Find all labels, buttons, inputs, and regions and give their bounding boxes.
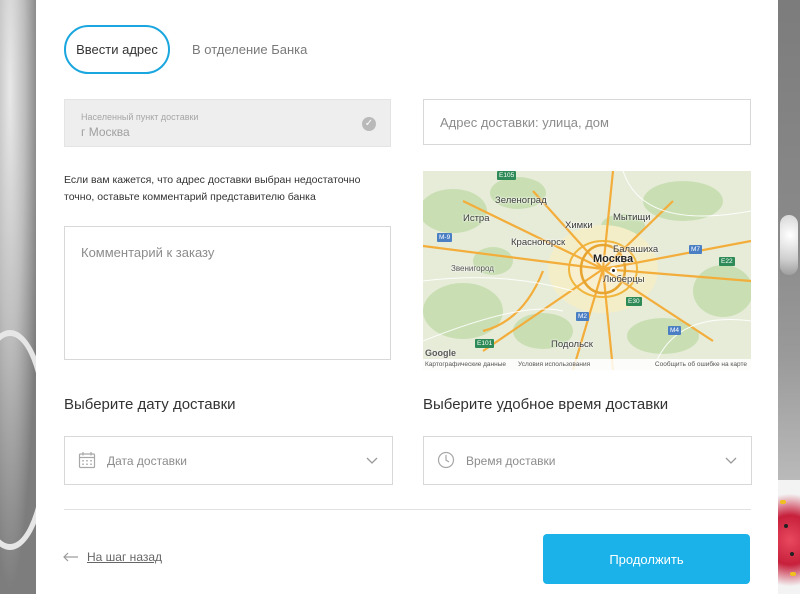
map-pin-icon — [610, 267, 617, 274]
address-field[interactable] — [423, 99, 751, 145]
map-label-khimki: Химки — [565, 220, 593, 231]
map-terms-link[interactable]: Условия использования — [518, 361, 590, 368]
map-label-podolsk: Подольск — [551, 339, 593, 350]
comment-field[interactable] — [64, 226, 391, 360]
back-link[interactable]: На шаг назад — [63, 550, 162, 564]
background-fruit-decoration — [776, 480, 800, 594]
road-badge-m4: M4 — [668, 326, 682, 335]
locality-value: г Москва — [81, 125, 130, 139]
map-label-zelenograd: Зеленоград — [495, 195, 547, 206]
road-badge-e30: E30 — [626, 297, 642, 306]
delivery-date-select[interactable]: Дата доставки — [64, 436, 393, 485]
chevron-down-icon — [725, 457, 737, 464]
delivery-time-title: Выберите удобное время доставки — [423, 396, 669, 413]
delivery-date-placeholder: Дата доставки — [107, 454, 187, 468]
map-footer: Картографические данные Условия использо… — [423, 359, 751, 370]
map-provider-logo: Google — [425, 348, 456, 358]
footer-divider — [64, 509, 751, 510]
delivery-date-title: Выберите дату доставки — [64, 396, 236, 413]
tab-bank-branch[interactable]: В отделение Банка — [192, 42, 307, 57]
delivery-form-panel: Ввести адрес В отделение Банка Населенны… — [36, 0, 778, 594]
map-label-zvenigorod: Звенигород — [451, 264, 494, 273]
delivery-time-placeholder: Время доставки — [466, 454, 556, 468]
road-badge-m7: M7 — [689, 245, 703, 254]
map-label-krasnogorsk: Красногорск — [511, 237, 566, 248]
road-badge-e105: E105 — [497, 171, 517, 180]
background-knob-decoration — [780, 215, 798, 275]
road-badge-e101: E101 — [475, 339, 495, 348]
clock-icon — [437, 451, 455, 469]
map-label-mytishchi: Мытищи — [613, 212, 651, 223]
calendar-icon — [78, 452, 96, 469]
address-note: Если вам кажется, что адрес доставки выб… — [64, 174, 361, 203]
back-link-label[interactable]: На шаг назад — [87, 550, 162, 564]
chevron-down-icon — [366, 457, 378, 464]
check-circle-icon: ✓ — [362, 117, 376, 131]
delivery-map[interactable]: E105 M-9 M7 E22 E30 M4 M2 E101 Зеленогра… — [423, 171, 751, 370]
map-label-moskva: Москва — [593, 253, 634, 265]
road-badge-m9: M-9 — [437, 233, 453, 242]
map-report-link[interactable]: Сообщить об ошибке на карте — [655, 361, 751, 368]
map-label-lyubertsy: Люберцы — [603, 274, 645, 285]
continue-button[interactable]: Продолжить — [543, 534, 750, 584]
map-data-link[interactable]: Картографические данные — [425, 361, 506, 368]
locality-field: Населенный пункт доставки г Москва ✓ — [64, 99, 391, 147]
comment-textarea[interactable] — [65, 227, 390, 359]
road-badge-m2: M2 — [576, 312, 590, 321]
delivery-time-select[interactable]: Время доставки — [423, 436, 752, 485]
tab-enter-address[interactable]: Ввести адрес — [64, 25, 170, 74]
road-badge-e22: E22 — [719, 257, 735, 266]
arrow-left-icon — [63, 552, 78, 562]
map-label-istra: Истра — [463, 213, 490, 224]
address-input[interactable] — [424, 100, 750, 144]
locality-label: Населенный пункт доставки — [81, 112, 199, 122]
